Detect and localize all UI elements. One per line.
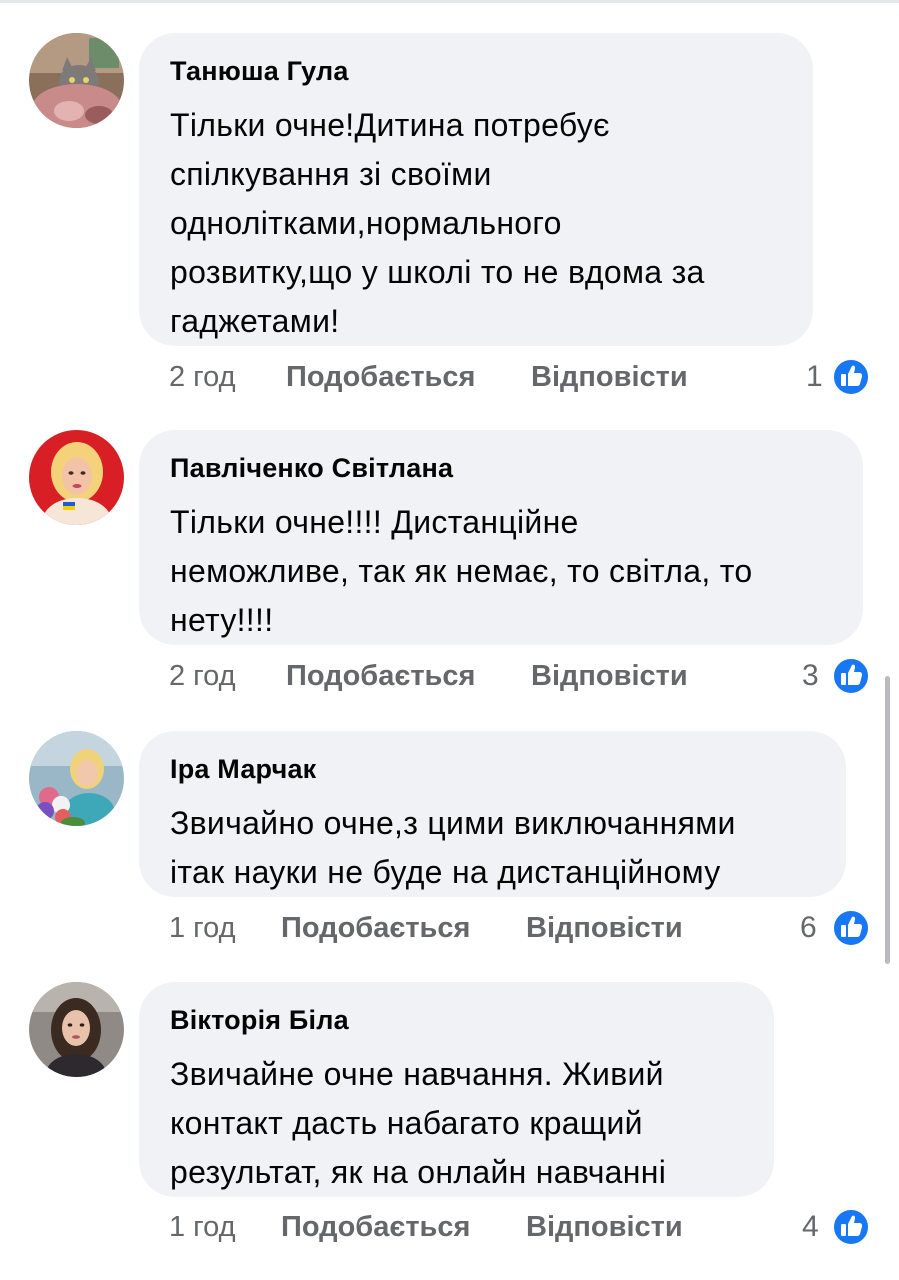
like-thumb-icon[interactable] <box>831 1207 871 1247</box>
avatar[interactable] <box>29 33 124 128</box>
comment-time[interactable]: 2 год <box>169 357 236 397</box>
comment-author[interactable]: Танюша Гула <box>170 55 783 89</box>
comment-bubble: Іра Марчак Звичайно очне,з цими виключан… <box>139 731 846 897</box>
like-thumb-icon[interactable] <box>831 656 871 696</box>
reply-button[interactable]: Відповісти <box>526 908 683 948</box>
like-thumb-icon[interactable] <box>831 908 871 948</box>
comment-actions: 1 год Подобається Відповісти 4 <box>169 1207 899 1247</box>
like-button[interactable]: Подобається <box>286 357 475 397</box>
comment-bubble: Павліченко Світлана Тільки очне!!!! Дист… <box>139 430 863 645</box>
comment-time[interactable]: 1 год <box>169 1207 236 1247</box>
comment-author[interactable]: Павліченко Світлана <box>170 452 833 486</box>
reaction-count[interactable]: 4 <box>802 1207 819 1247</box>
like-button[interactable]: Подобається <box>281 1207 470 1247</box>
comment-text: Тільки очне!Дитина потребує спілкування … <box>170 107 705 339</box>
comment-actions: 1 год Подобається Відповісти 6 <box>169 908 899 948</box>
reply-button[interactable]: Відповісти <box>526 1207 683 1247</box>
avatar[interactable] <box>29 982 124 1077</box>
avatar[interactable] <box>29 731 124 826</box>
like-button[interactable]: Подобається <box>286 656 475 696</box>
like-thumb-icon[interactable] <box>831 357 871 397</box>
reaction-count[interactable]: 6 <box>800 908 817 948</box>
reaction-count[interactable]: 1 <box>806 357 823 397</box>
like-button[interactable]: Подобається <box>281 908 470 948</box>
comment-author[interactable]: Вікторія Біла <box>170 1004 744 1038</box>
reply-button[interactable]: Відповісти <box>531 656 688 696</box>
comment-text: Звичайне очне навчання. Живий контакт да… <box>170 1056 667 1190</box>
comment-time[interactable]: 1 год <box>169 908 236 948</box>
scrollbar[interactable] <box>885 676 890 964</box>
reply-button[interactable]: Відповісти <box>531 357 688 397</box>
comment-author[interactable]: Іра Марчак <box>170 753 816 787</box>
comment-actions: 2 год Подобається Відповісти 3 <box>169 656 899 696</box>
comment-time[interactable]: 2 год <box>169 656 236 696</box>
comment-text: Тільки очне!!!! Дистанційне неможливе, т… <box>170 504 753 638</box>
comment-actions: 2 год Подобається Відповісти 1 <box>169 357 899 397</box>
top-divider <box>0 0 899 3</box>
avatar[interactable] <box>29 430 124 525</box>
comment-bubble: Танюша Гула Тільки очне!Дитина потребує … <box>139 33 813 346</box>
comment-text: Звичайно очне,з цими виключаннями ітак н… <box>170 805 736 890</box>
reaction-count[interactable]: 3 <box>802 656 819 696</box>
comment-bubble: Вікторія Біла Звичайне очне навчання. Жи… <box>139 982 774 1197</box>
